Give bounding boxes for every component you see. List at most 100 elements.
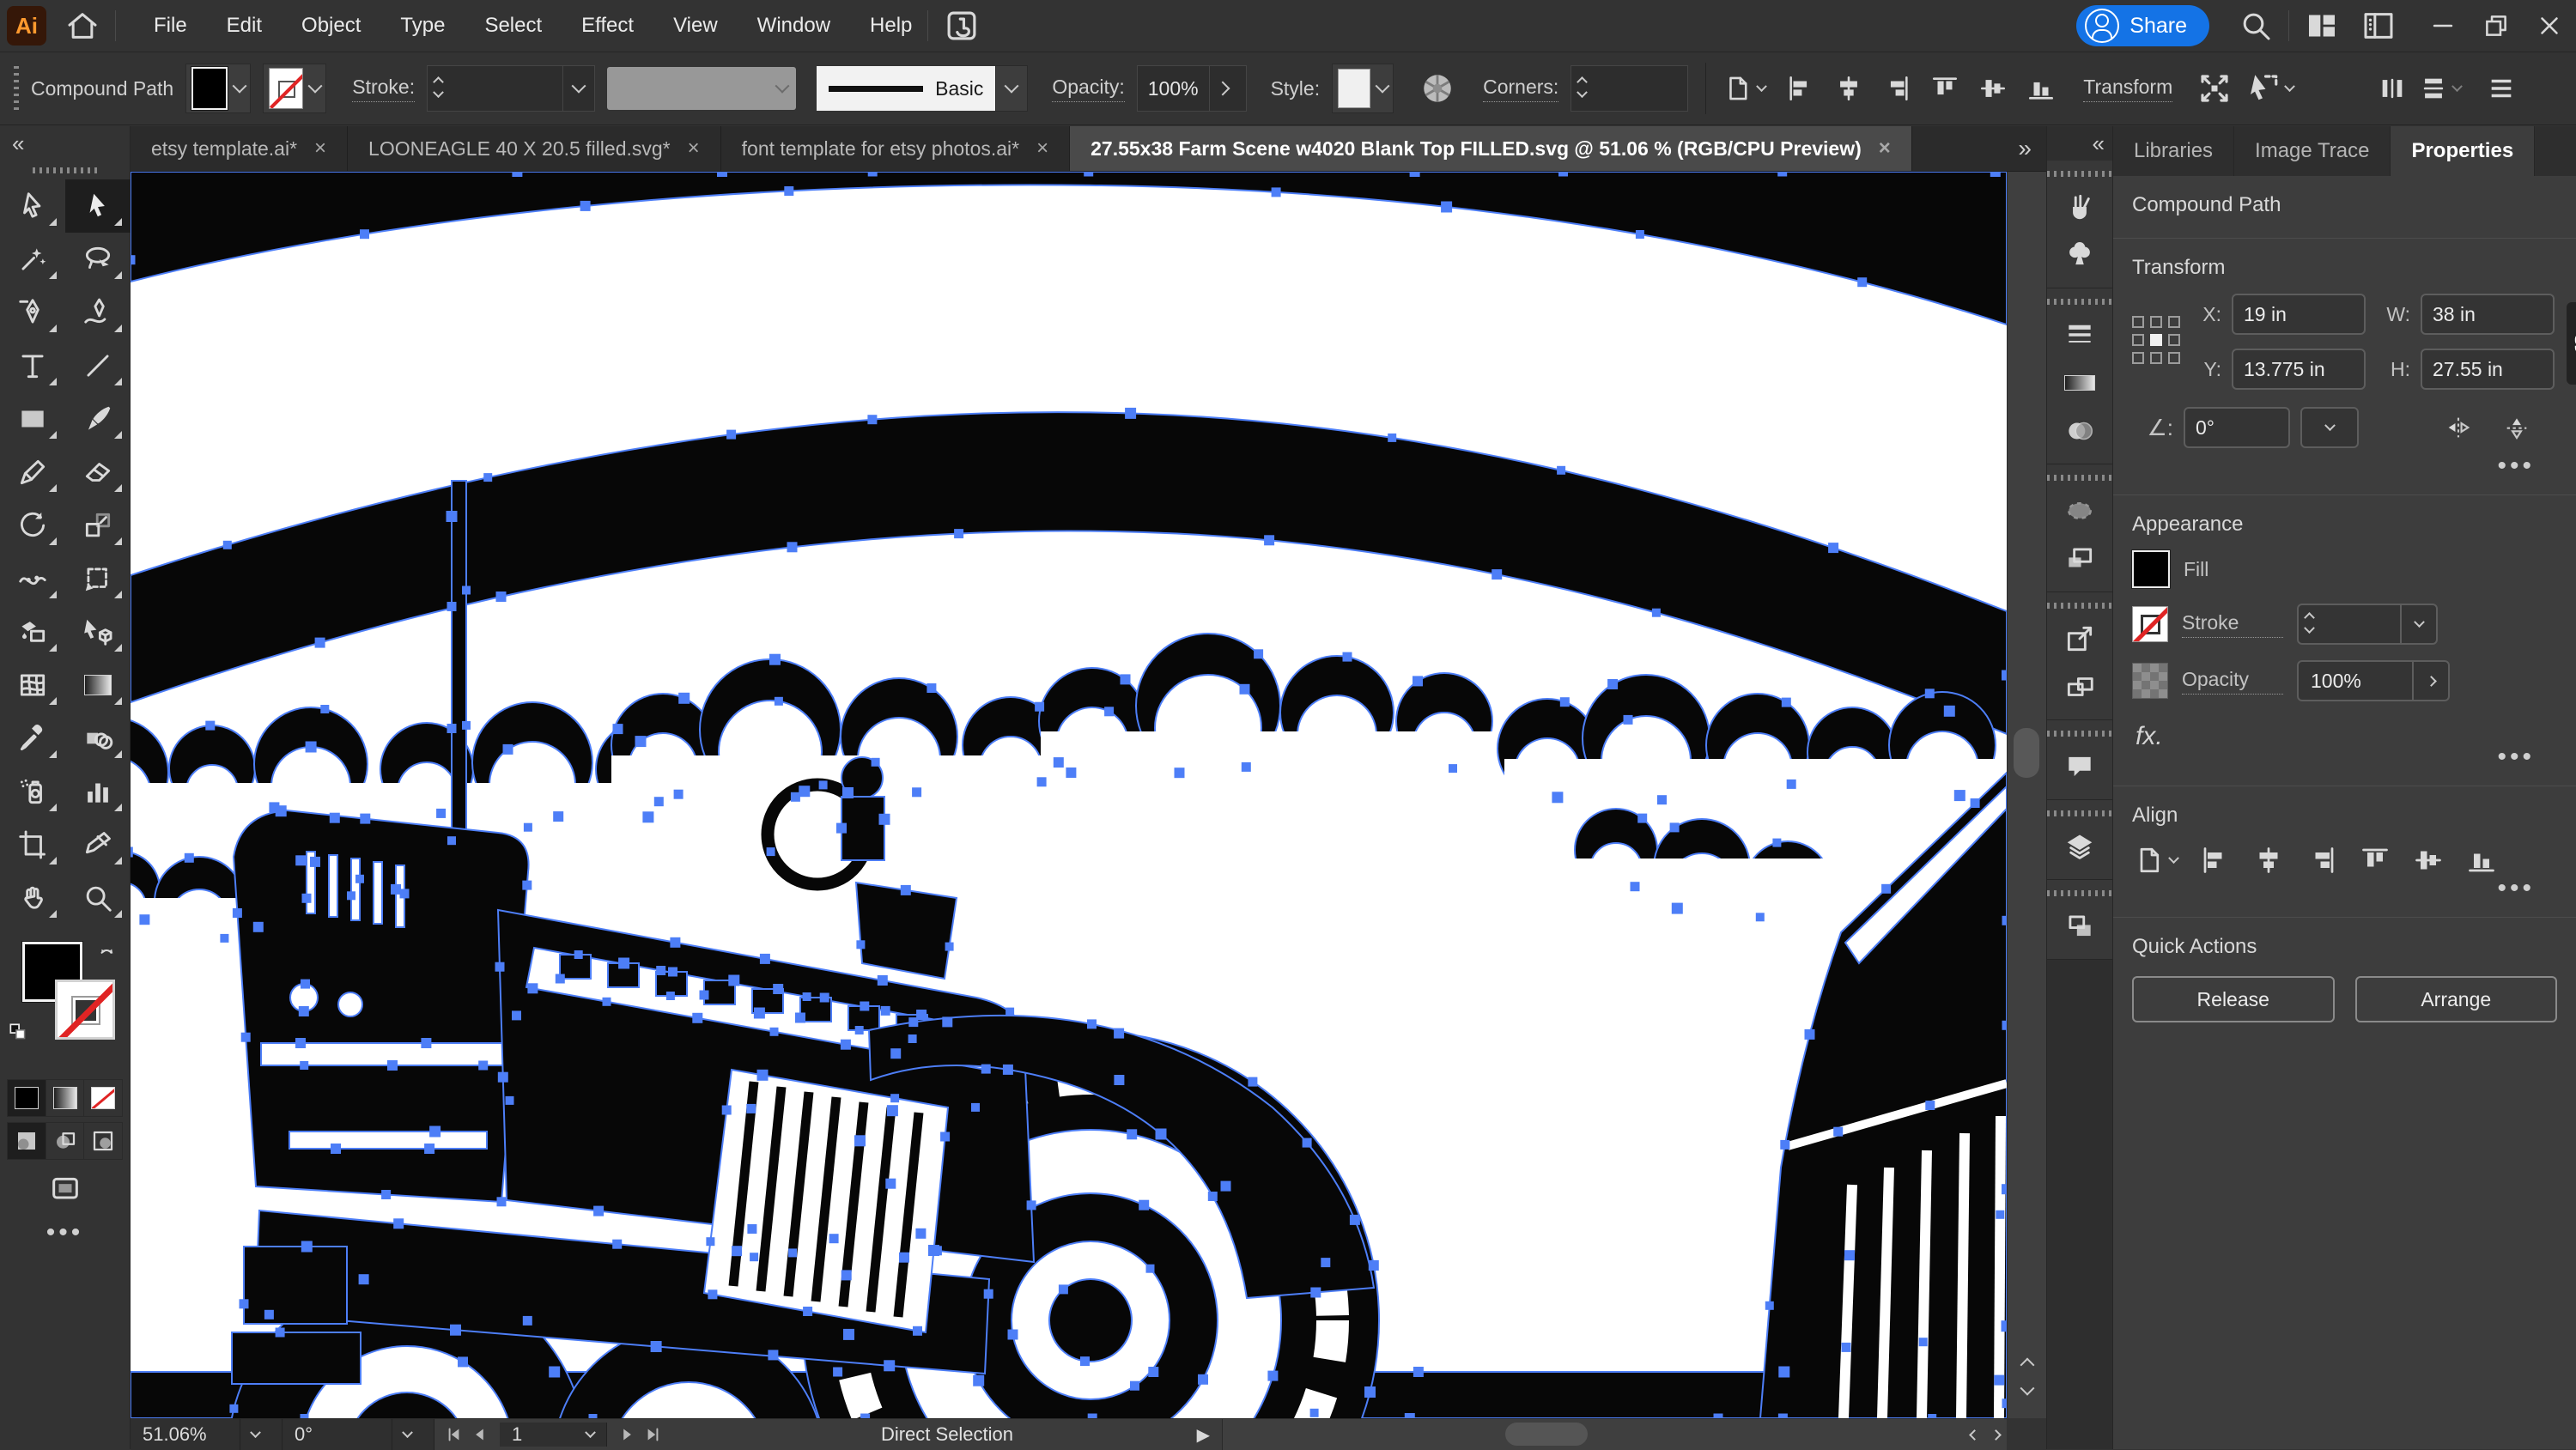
variable-width-profile-dropdown[interactable] xyxy=(607,67,797,110)
menu-effect[interactable]: Effect xyxy=(581,14,634,38)
vertical-scrollbar[interactable] xyxy=(2007,172,2046,1418)
dock-brushes-panel[interactable] xyxy=(2047,183,2112,231)
tool-blend[interactable] xyxy=(65,712,131,765)
align-center-h-icon[interactable] xyxy=(1834,74,1863,103)
controlbar-drag-handle[interactable] xyxy=(14,66,19,111)
tool-free-transform[interactable] xyxy=(65,552,131,605)
home-icon[interactable] xyxy=(65,9,100,43)
transform-more-options[interactable]: ••• xyxy=(2132,453,2557,479)
canvas[interactable] xyxy=(58,167,2050,1450)
rotation-dropdown-status[interactable]: 0° xyxy=(283,1419,434,1450)
align-to-dropdown[interactable] xyxy=(2134,845,2179,876)
dock-collapse-icon[interactable]: « xyxy=(2047,126,2112,161)
first-artboard-icon[interactable] xyxy=(443,1423,465,1446)
tool-rotate[interactable] xyxy=(0,499,65,552)
control-panel-menu-icon[interactable] xyxy=(2487,74,2516,103)
arrange-button[interactable]: Arrange xyxy=(2354,976,2557,1022)
tool-perspective[interactable] xyxy=(65,605,131,658)
distribute-spacing-dropdown[interactable] xyxy=(2419,74,2464,103)
current-tool-display[interactable]: Direct Selection ▶ xyxy=(672,1419,1222,1450)
release-button[interactable]: Release xyxy=(2132,976,2335,1022)
recolor-artwork-icon[interactable] xyxy=(1419,70,1455,106)
workspace-switcher-icon[interactable] xyxy=(2305,9,2339,43)
toolbar-collapse-icon[interactable]: « xyxy=(0,126,130,161)
dock-transparency-panel[interactable] xyxy=(2047,407,2112,455)
rotation-dropdown[interactable] xyxy=(2300,407,2359,448)
zoom-level-dropdown[interactable]: 51.06% xyxy=(131,1419,283,1450)
transform-label[interactable]: Transform xyxy=(2083,76,2173,102)
tool-lasso[interactable] xyxy=(65,233,131,286)
dock-asset-export-panel[interactable] xyxy=(2047,663,2112,711)
appearance-stroke-swatch[interactable] xyxy=(2132,606,2168,642)
none-mode-button[interactable] xyxy=(84,1080,122,1116)
fill-color-dropdown[interactable] xyxy=(185,64,252,113)
panel-tab-image-trace[interactable]: Image Trace xyxy=(2234,126,2391,176)
opacity-panel-field[interactable]: 100% xyxy=(2297,660,2450,701)
menu-help[interactable]: Help xyxy=(870,14,912,38)
tool-selection[interactable] xyxy=(0,179,65,233)
last-artboard-icon[interactable] xyxy=(641,1423,664,1446)
y-field[interactable]: 13.775 in xyxy=(2232,349,2366,390)
opacity-label[interactable]: Opacity: xyxy=(1052,76,1125,102)
tab-overflow-icon[interactable]: » xyxy=(2001,126,2046,171)
align-center-v-icon[interactable] xyxy=(2413,845,2444,876)
align-top-icon[interactable] xyxy=(1930,74,1959,103)
scroll-down-icon[interactable] xyxy=(2020,1380,2035,1396)
align-left-icon[interactable] xyxy=(1786,74,1815,103)
align-bottom-icon[interactable] xyxy=(2026,74,2056,103)
isolate-selection-dropdown[interactable] xyxy=(2245,70,2296,106)
menu-window[interactable]: Window xyxy=(757,14,830,38)
flip-vertical-icon[interactable] xyxy=(2502,413,2531,442)
graphic-style-dropdown[interactable] xyxy=(1332,64,1394,113)
tool-eraser[interactable] xyxy=(65,446,131,499)
appearance-stroke-label[interactable]: Stroke xyxy=(2182,611,2283,638)
appearance-opacity-label[interactable]: Opacity xyxy=(2182,668,2283,695)
align-center-h-icon[interactable] xyxy=(2253,845,2284,876)
document-tab[interactable]: etsy template.ai* × xyxy=(131,126,349,171)
align-more-options[interactable]: ••• xyxy=(2132,876,2557,901)
stroke-weight-field[interactable] xyxy=(2297,604,2438,645)
menu-view[interactable]: View xyxy=(673,14,718,38)
edit-toolbar-icon[interactable]: ••• xyxy=(0,1220,130,1246)
vertical-scrollbar-thumb[interactable] xyxy=(2014,728,2039,778)
screen-mode-button[interactable] xyxy=(0,1172,130,1206)
document-tab[interactable]: 27.55x38 Farm Scene w4020 Blank Top FILL… xyxy=(1070,126,1912,171)
dock-navigator-panel[interactable] xyxy=(2047,535,2112,583)
dock-layers-panel[interactable] xyxy=(2047,822,2112,871)
restore-button[interactable] xyxy=(2470,2,2523,50)
stroke-color-dropdown[interactable] xyxy=(263,64,327,113)
dock-stroke-panel[interactable] xyxy=(2047,311,2112,359)
previous-artboard-icon[interactable] xyxy=(469,1423,491,1446)
tool-mesh[interactable] xyxy=(0,658,65,712)
menu-select[interactable]: Select xyxy=(484,14,542,38)
fx-effects-button[interactable]: fx. xyxy=(2132,717,2557,753)
tool-eyedropper[interactable] xyxy=(0,712,65,765)
tool-scale[interactable] xyxy=(65,499,131,552)
tool-slice[interactable] xyxy=(65,818,131,871)
dock-symbols-panel[interactable] xyxy=(2047,231,2112,279)
opacity-field[interactable]: 100% xyxy=(1136,65,1247,112)
tool-paintbrush[interactable] xyxy=(65,392,131,446)
tool-hand[interactable] xyxy=(0,871,65,925)
tool-pen[interactable] xyxy=(0,286,65,339)
tool-graph[interactable] xyxy=(65,765,131,818)
constrain-proportions-icon[interactable] xyxy=(2567,302,2576,385)
illustrator-logo[interactable]: Ai xyxy=(7,6,46,46)
search-icon[interactable] xyxy=(2239,9,2273,43)
horizontal-scrollbar[interactable] xyxy=(1222,1419,2007,1450)
draw-behind-button[interactable] xyxy=(46,1123,85,1159)
brush-definition-dropdown[interactable]: Basic xyxy=(817,65,1029,112)
default-fill-stroke-icon[interactable] xyxy=(7,1021,29,1043)
tool-line-segment[interactable] xyxy=(65,339,131,392)
artboard-number-dropdown[interactable]: 1 xyxy=(500,1423,607,1447)
tab-close-icon[interactable]: × xyxy=(1036,137,1048,161)
collapse-transform-icon[interactable] xyxy=(2196,70,2233,106)
swap-fill-stroke-icon[interactable] xyxy=(96,943,118,966)
horizontal-scrollbar-thumb[interactable] xyxy=(1504,1423,1588,1446)
scroll-left-icon[interactable] xyxy=(1969,1429,1980,1441)
draw-normal-button[interactable] xyxy=(8,1123,46,1159)
align-right-icon[interactable] xyxy=(2306,845,2337,876)
flip-horizontal-icon[interactable] xyxy=(2444,413,2473,442)
stroke-weight-label[interactable]: Stroke: xyxy=(352,76,416,102)
appearance-more-options[interactable]: ••• xyxy=(2132,744,2557,770)
